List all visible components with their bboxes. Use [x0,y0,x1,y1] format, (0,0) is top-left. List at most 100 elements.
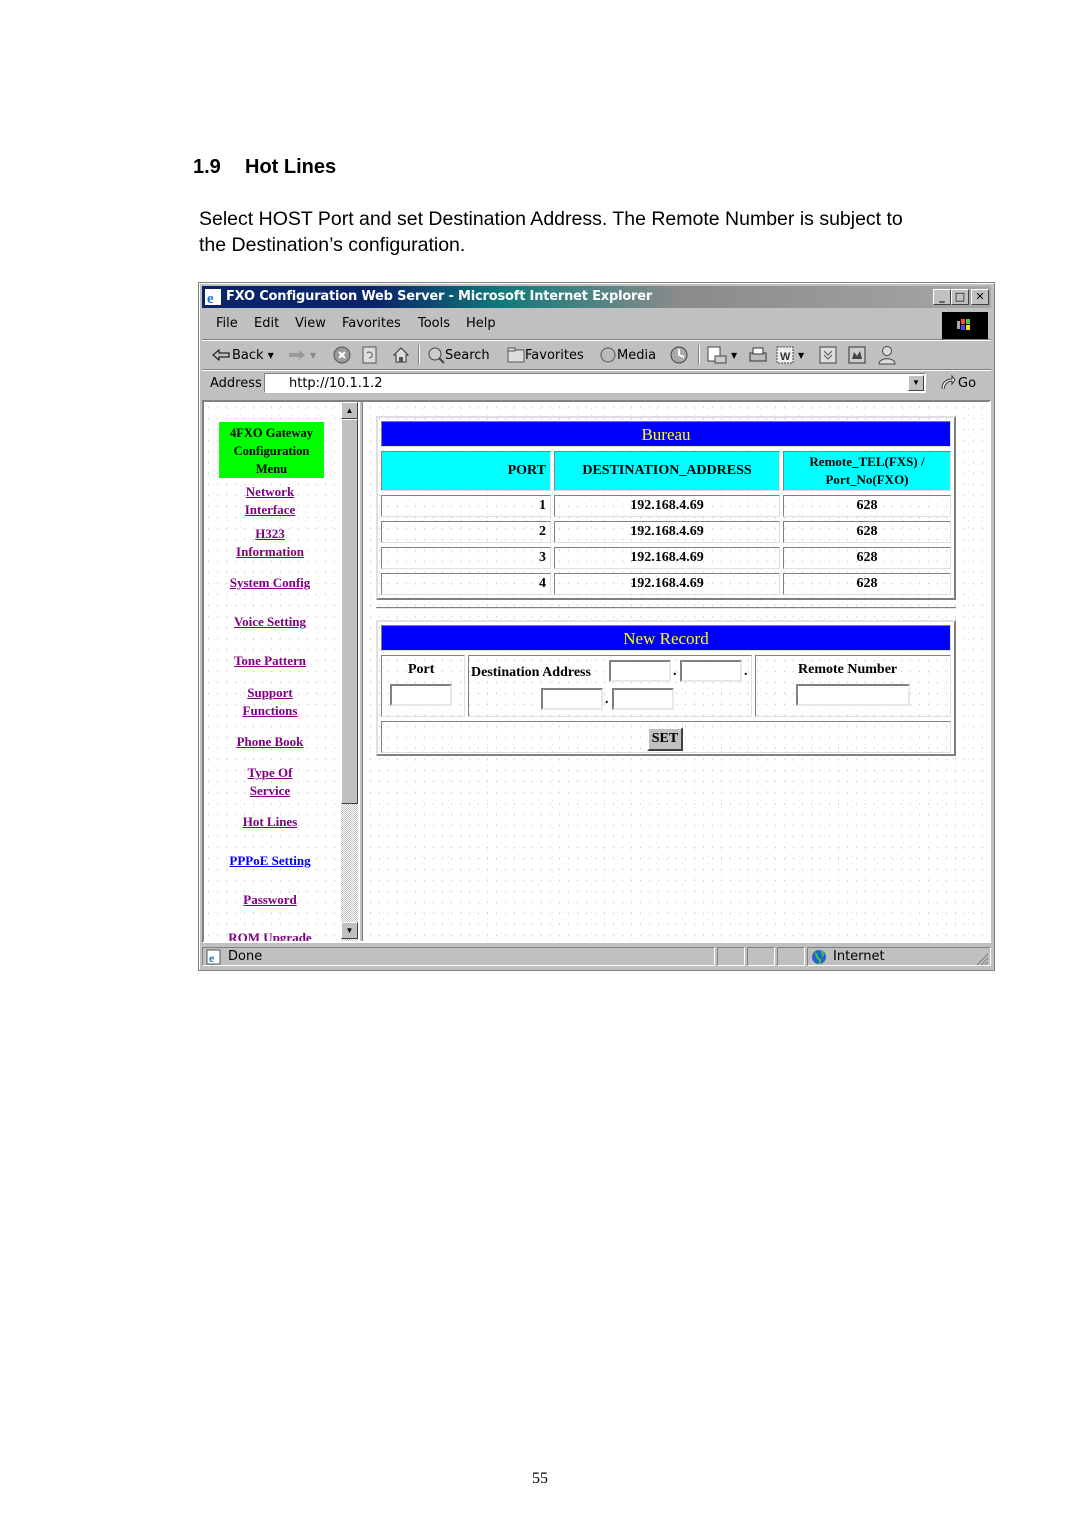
destination-cell: 192.168.4.69 [554,547,780,569]
discuss-icon [819,346,837,364]
section-heading: 1.9 Hot Lines [193,156,336,179]
menu-bar: File Edit View Favorites Tools Help [202,311,942,337]
port-field-cell: Port [381,655,465,717]
menu-tools[interactable]: Tools [418,316,450,331]
menu-favorites[interactable]: Favorites [342,316,401,331]
mail-dropdown-icon[interactable]: ▼ [731,351,737,360]
menu-scrollbar[interactable]: ▲ ▼ [341,402,358,941]
section-number: 1.9 [193,156,221,178]
menu-view[interactable]: View [295,316,326,331]
go-arrow-icon [941,375,956,390]
destination-octet-2-input[interactable] [680,660,742,682]
print-icon [749,347,767,362]
menu-file[interactable]: File [216,316,238,331]
forward-dropdown-icon[interactable]: ▼ [310,351,316,360]
history-button[interactable] [669,345,689,365]
set-button[interactable]: SET [647,727,683,751]
menu-header: 4FXO Gateway Configuration Menu [219,422,324,478]
address-dropdown-icon[interactable]: ▼ [908,375,924,391]
favorites-button[interactable]: Favorites [507,345,584,365]
refresh-icon [362,346,377,364]
column-header-destination: DESTINATION_ADDRESS [554,451,780,491]
minimize-button[interactable]: _ [933,289,951,305]
ie-logo-icon: e [205,289,221,305]
search-label: Search [445,347,490,363]
destination-label: Destination Address [471,665,591,680]
nav-support-functions[interactable]: Support Functions [204,684,336,720]
nav-line: Functions [242,703,298,718]
nav-line: Network [245,484,295,499]
status-text: Done [228,949,263,964]
nav-line: Type Of [247,765,293,780]
scroll-thumb[interactable] [341,419,358,804]
destination-octet-1-input[interactable] [609,660,671,682]
maximize-button[interactable]: □ [951,289,969,305]
scroll-up-icon[interactable]: ▲ [341,402,358,419]
nav-pppoe-setting[interactable]: PPPoE Setting [204,852,336,870]
menu-help[interactable]: Help [466,316,496,331]
nav-rom-upgrade[interactable]: ROM Upgrade [204,929,336,941]
bureau-table: Bureau PORT DESTINATION_ADDRESS Remote_T… [376,416,956,600]
media-icon [600,347,616,363]
back-dropdown-icon[interactable]: ▼ [268,351,274,360]
column-header-port: PORT [381,451,551,491]
home-icon [392,347,410,363]
nav-system-config[interactable]: System Config [204,574,336,592]
close-button[interactable]: ✕ [971,289,989,305]
nav-line: Service [249,783,291,798]
horizontal-rule [376,607,956,609]
remote-number-input[interactable] [796,684,910,706]
go-button[interactable]: Go [940,375,976,391]
print-button[interactable] [748,345,768,365]
edit-dropdown-icon[interactable]: ▼ [798,351,804,360]
nav-voice-setting[interactable]: Voice Setting [204,613,336,631]
back-button[interactable]: Back ▼ [212,345,274,365]
menu-header-line: 4FXO Gateway [230,426,313,440]
edit-button[interactable]: W ▼ [776,345,804,365]
messenger-button[interactable] [877,345,897,365]
mail-button[interactable]: ▼ [707,345,737,365]
stop-button[interactable] [333,345,351,365]
nav-phone-book[interactable]: Phone Book [204,733,336,751]
zone-text: Internet [833,949,885,964]
nav-type-of-service[interactable]: Type Of Service [204,764,336,800]
favorites-label: Favorites [525,347,584,363]
back-label: Back [232,347,264,363]
status-panel: e Done [202,947,715,966]
menu-header-line: Menu [255,462,288,476]
menu-edit[interactable]: Edit [254,316,279,331]
search-button[interactable]: Search [427,345,490,365]
nav-password[interactable]: Password [204,891,336,909]
address-input[interactable]: http://10.1.1.2 [264,373,926,393]
discuss-button[interactable] [819,345,837,365]
port-cell: 1 [381,495,551,517]
nav-hot-lines[interactable]: Hot Lines [204,813,336,831]
resize-grip-icon[interactable] [975,952,989,966]
research-button[interactable] [848,345,866,365]
nav-line: Support [247,685,293,700]
refresh-button[interactable] [362,345,378,365]
forward-button[interactable]: ▼ [288,345,316,365]
scroll-down-icon[interactable]: ▼ [341,922,358,939]
svg-text:e: e [207,291,214,305]
remote-header-line: Port_No(FXO) [825,472,909,487]
research-icon [848,346,866,364]
destination-octet-4-input[interactable] [612,688,674,710]
port-cell: 4 [381,573,551,595]
nav-line: Interface [244,502,296,517]
nav-h323-information[interactable]: H323 Information [204,525,336,561]
port-input[interactable] [390,684,452,706]
destination-cell: 192.168.4.69 [554,573,780,595]
windows-logo-icon [942,312,988,339]
nav-network-interface[interactable]: Network Interface [204,483,336,519]
globe-icon [812,949,826,965]
nav-tone-pattern[interactable]: Tone Pattern [204,652,336,670]
media-button[interactable]: Media [599,345,656,365]
destination-octet-3-input[interactable] [541,688,603,710]
toolbar: Back ▼ ▼ Search Favorites Media ▼ W ▼ [202,341,991,369]
toolbar-divider [698,345,700,365]
zone-panel: Internet [807,947,991,966]
edit-icon: W [776,346,794,364]
home-button[interactable] [392,345,410,365]
port-label: Port [408,662,435,677]
